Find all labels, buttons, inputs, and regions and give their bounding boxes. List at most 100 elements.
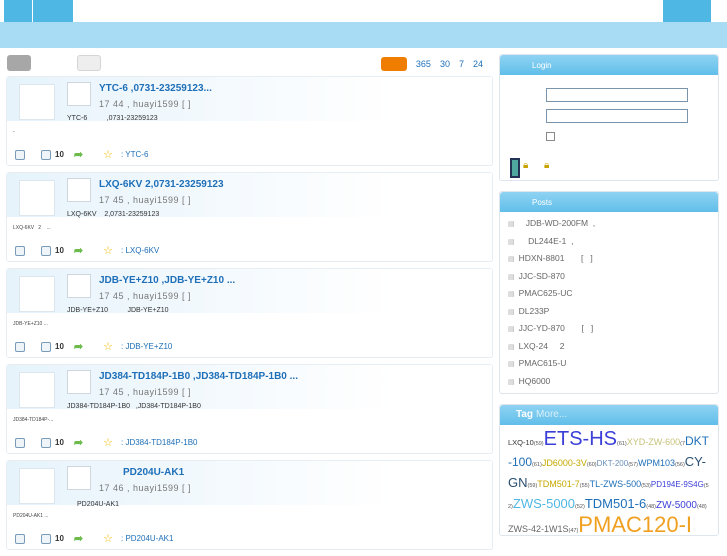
login-button[interactable] xyxy=(510,158,520,178)
post-tag-link[interactable]: : YTC-6 xyxy=(121,150,148,159)
post-link[interactable]: LXQ-24 2 xyxy=(519,341,565,351)
tag-link[interactable]: ZWS-42-1W1S xyxy=(508,524,569,534)
post-thumbnail[interactable] xyxy=(19,468,55,504)
tag-link[interactable]: ZWS-5000 xyxy=(513,496,575,511)
post-actions: 10 ➦ ☆ : JDB-YE+Z10 xyxy=(15,340,172,353)
share-icon[interactable]: ➦ xyxy=(74,532,83,545)
comment-icon[interactable] xyxy=(15,149,25,160)
remember-checkbox[interactable] xyxy=(546,132,555,141)
post-link[interactable]: JDB-WD-200FM , xyxy=(519,218,595,228)
post-tag-link[interactable]: : JD384-TD184P-1B0 xyxy=(121,438,197,447)
post-link[interactable]: HQ6000 xyxy=(519,376,551,386)
post-link[interactable]: DL244E-1 , xyxy=(519,236,573,246)
bullet-icon: ▤ xyxy=(508,256,515,263)
post-card: JD384-TD184P-1B0 ,JD384-TD184P-1B0 ... 1… xyxy=(6,364,493,454)
favorite-icon[interactable]: ☆ xyxy=(103,148,113,161)
list-item[interactable]: ▤ JDB-WD-200FM , xyxy=(508,215,710,233)
tag-link[interactable]: JD6000-3V xyxy=(542,458,587,468)
post-link[interactable]: JJC-SD-870 xyxy=(519,271,565,281)
favorite-icon[interactable]: ☆ xyxy=(103,340,113,353)
sidebar: Login 🔒︎ 🔒︎ Posts ▤ JDB-WD-200FM , ▤ DL2… xyxy=(499,54,719,546)
username-input[interactable] xyxy=(546,88,688,102)
comment-icon[interactable] xyxy=(15,533,25,544)
lock-icon[interactable]: 🔒︎ xyxy=(544,160,549,171)
post-link[interactable]: JJC-YD-870 [ ] xyxy=(519,323,594,333)
tag-link[interactable]: TDM501-7 xyxy=(537,479,580,489)
more-link[interactable]: More... xyxy=(536,409,567,420)
favorite-icon[interactable]: ☆ xyxy=(103,436,113,449)
view-icon xyxy=(41,437,51,448)
comment-icon[interactable] xyxy=(15,341,25,352)
list-item[interactable]: ▤ HQ6000 xyxy=(508,373,710,391)
tag-link[interactable]: AC120-I xyxy=(611,512,692,536)
tag-link[interactable]: DKT-200 xyxy=(597,459,629,468)
login-box: Login 🔒︎ 🔒︎ xyxy=(499,54,719,181)
top-right-block[interactable] xyxy=(663,0,711,22)
list-item[interactable]: ▤ LXQ-24 2 xyxy=(508,338,710,356)
tag-link[interactable]: TL-ZWS-500 xyxy=(590,479,642,489)
list-item[interactable]: ▤ JJC-YD-870 [ ] xyxy=(508,320,710,338)
sort-link[interactable]: 7 xyxy=(459,59,464,69)
top-nav-block[interactable] xyxy=(4,0,32,22)
post-excerpt: JDB-YE+Z10 JDB-YE+Z10 xyxy=(67,307,169,314)
avatar[interactable] xyxy=(67,466,91,490)
filter-bar: 365 30 7 24 xyxy=(6,52,493,76)
password-input[interactable] xyxy=(546,109,688,123)
post-tag-link[interactable]: : LXQ-6KV xyxy=(121,246,159,255)
avatar[interactable] xyxy=(67,370,91,394)
post-excerpt: PD204U-AK1 xyxy=(77,501,120,508)
tag-box-heading: Tag xyxy=(516,409,534,420)
post-title[interactable]: PD204U-AK1 xyxy=(123,467,184,478)
favorite-icon[interactable]: ☆ xyxy=(103,532,113,545)
tag-link[interactable]: TDM501-6 xyxy=(585,496,646,511)
post-title[interactable]: JD384-TD184P-1B0 ,JD384-TD184P-1B0 ... xyxy=(99,371,298,382)
post-link[interactable]: PMAC615-U xyxy=(519,358,567,368)
tag-link[interactable]: WPM103 xyxy=(638,458,675,468)
comment-icon[interactable] xyxy=(15,245,25,256)
avatar[interactable] xyxy=(67,274,91,298)
sort-link[interactable]: 365 xyxy=(416,59,431,69)
avatar[interactable] xyxy=(67,178,91,202)
favorite-icon[interactable]: ☆ xyxy=(103,244,113,257)
post-title[interactable]: YTC-6 ,0731-23259123... xyxy=(99,83,212,94)
list-item[interactable]: ▤ DL244E-1 , xyxy=(508,233,710,251)
top-nav-block[interactable] xyxy=(33,0,73,22)
list-item[interactable]: ▤ DL233P xyxy=(508,303,710,321)
list-item[interactable]: ▤ JJC-SD-870 xyxy=(508,268,710,286)
post-tag-link[interactable]: : JDB-YE+Z10 xyxy=(121,342,172,351)
share-icon[interactable]: ➦ xyxy=(74,436,83,449)
list-item[interactable]: ▤ PMAC625-UC xyxy=(508,285,710,303)
share-icon[interactable]: ➦ xyxy=(74,340,83,353)
share-icon[interactable]: ➦ xyxy=(74,148,83,161)
post-title[interactable]: JDB-YE+Z10 ,JDB-YE+Z10 ... xyxy=(99,275,235,286)
share-icon[interactable]: ➦ xyxy=(74,244,83,257)
tag-link[interactable]: PM xyxy=(578,512,611,536)
posts-box: Posts ▤ JDB-WD-200FM , ▤ DL244E-1 , ▤ HDX… xyxy=(499,191,719,394)
post-link[interactable]: HDXN-8801 [ ] xyxy=(519,253,593,263)
post-link[interactable]: DL233P xyxy=(519,306,550,316)
post-thumbnail[interactable] xyxy=(19,84,55,120)
post-link[interactable]: PMAC625-UC xyxy=(519,288,573,298)
avatar[interactable] xyxy=(67,82,91,106)
post-title[interactable]: LXQ-6KV 2,0731-23259123 xyxy=(99,179,224,190)
filter-button[interactable] xyxy=(77,55,101,71)
sort-link[interactable]: 24 xyxy=(473,59,483,69)
bullet-icon: ▤ xyxy=(508,291,515,298)
thumbnail-caption: - xyxy=(13,129,15,135)
post-tag-link[interactable]: : PD204U-AK1 xyxy=(121,534,173,543)
post-thumbnail[interactable] xyxy=(19,180,55,216)
sort-active-button[interactable] xyxy=(380,57,407,71)
tag-link[interactable]: ETS-HS xyxy=(544,428,617,450)
tag-link[interactable]: XYD-ZW-600 xyxy=(627,437,680,447)
post-thumbnail[interactable] xyxy=(19,372,55,408)
list-item[interactable]: ▤ PMAC615-U xyxy=(508,355,710,373)
filter-button[interactable] xyxy=(7,55,31,71)
tag-link[interactable]: PD194E-9S4G xyxy=(651,480,704,489)
post-thumbnail[interactable] xyxy=(19,276,55,312)
comment-icon[interactable] xyxy=(15,437,25,448)
list-item[interactable]: ▤ HDXN-8801 [ ] xyxy=(508,250,710,268)
tag-link[interactable]: ZW-5000 xyxy=(656,500,697,511)
lock-icon[interactable]: 🔒︎ xyxy=(523,160,528,171)
tag-link[interactable]: LXQ-10 xyxy=(508,438,534,447)
sort-link[interactable]: 30 xyxy=(440,59,450,69)
